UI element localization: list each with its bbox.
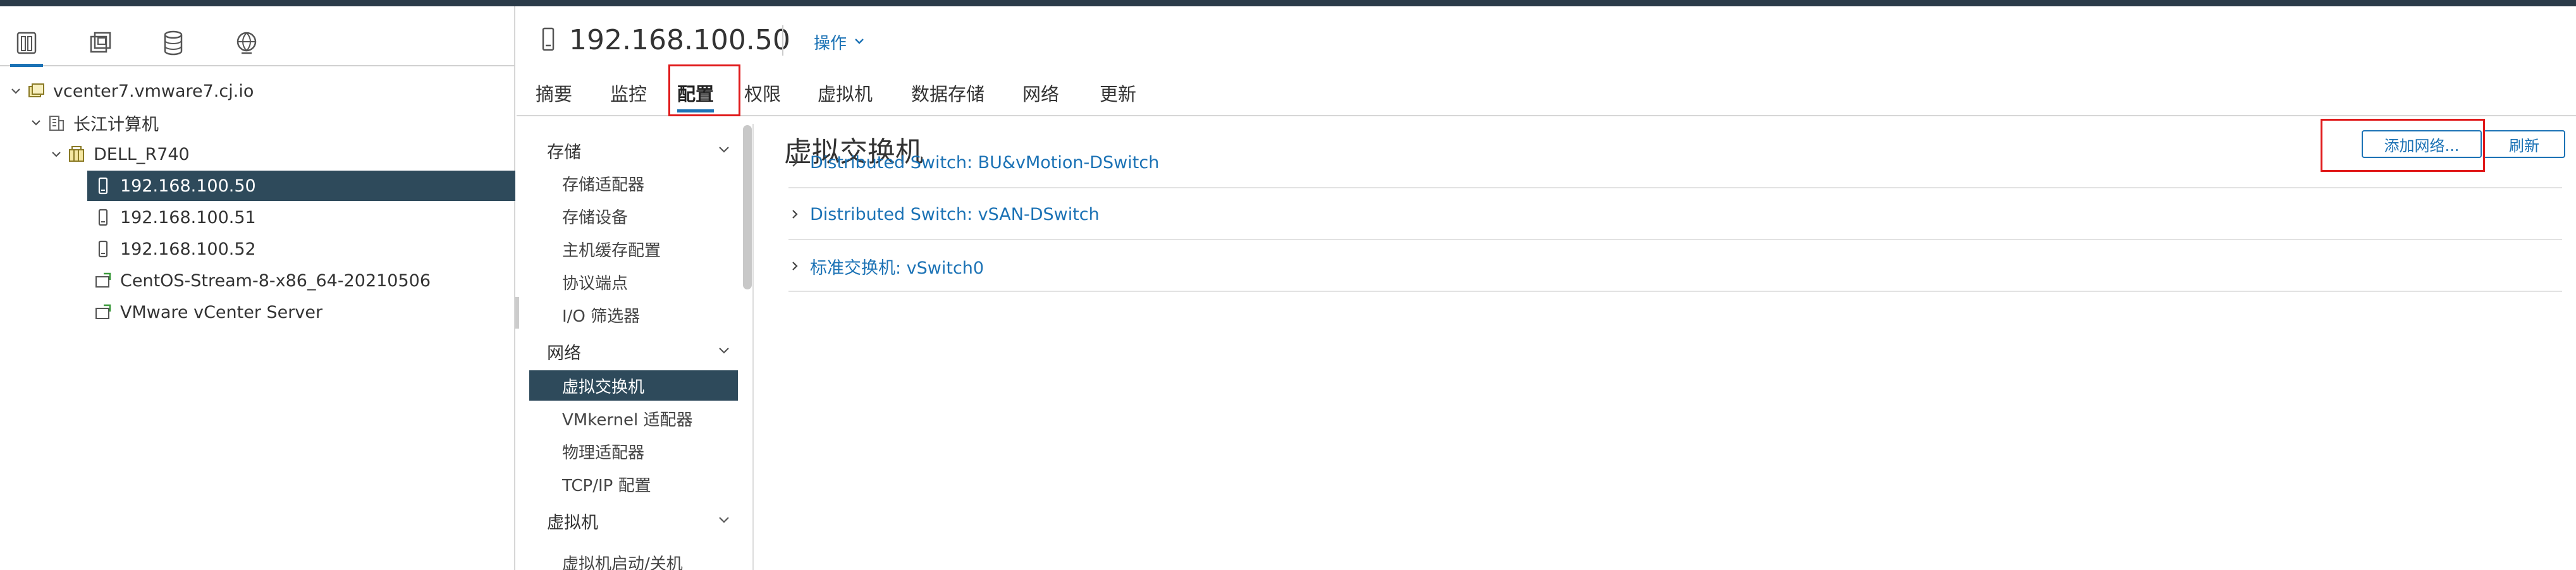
host-icon bbox=[92, 175, 114, 197]
chevron-down-icon[interactable] bbox=[27, 113, 46, 132]
tree-item-label: 192.168.100.50 bbox=[120, 176, 256, 196]
tree-item-vcenter[interactable]: vcenter7.vmware7.cj.io bbox=[0, 76, 515, 106]
nav-item-virtual-switches[interactable]: 虚拟交换机 bbox=[529, 370, 738, 401]
vms-templates-tab-icon[interactable] bbox=[81, 24, 119, 62]
tree-item-host[interactable]: 192.168.100.52 bbox=[0, 234, 515, 264]
tab-summary[interactable]: 摘要 bbox=[536, 76, 610, 112]
hosts-clusters-tab-icon[interactable] bbox=[8, 24, 46, 67]
chevron-down-icon bbox=[853, 33, 866, 52]
tab-permissions[interactable]: 权限 bbox=[744, 76, 818, 112]
host-icon bbox=[539, 27, 558, 54]
nav-section-label: 存储 bbox=[547, 142, 581, 162]
chevron-down-icon bbox=[717, 342, 731, 361]
vm-icon bbox=[92, 301, 114, 323]
tree-item-label: VMware vCenter Server bbox=[120, 302, 323, 322]
actions-menu[interactable]: 操作 bbox=[814, 30, 866, 54]
tree-item-label: DELL_R740 bbox=[94, 144, 190, 164]
actions-label: 操作 bbox=[814, 34, 847, 53]
tree-item-label: CentOS-Stream-8-x86_64-20210506 bbox=[120, 270, 431, 291]
host-icon bbox=[92, 207, 114, 228]
annotation-box-add-network bbox=[2321, 119, 2485, 172]
vm-icon bbox=[92, 270, 114, 291]
tree-item-datacenter[interactable]: 长江计算机 bbox=[0, 107, 515, 138]
divider bbox=[782, 25, 783, 56]
nav-item-tcpip-config[interactable]: TCP/IP 配置 bbox=[529, 469, 741, 499]
tree-item-vm[interactable]: CentOS-Stream-8-x86_64-20210506 bbox=[0, 265, 515, 296]
datacenter-icon bbox=[46, 112, 67, 133]
nav-section-networking[interactable]: 网络 bbox=[529, 336, 741, 367]
nav-section-label: 虚拟机 bbox=[547, 512, 598, 533]
storage-tab-icon[interactable] bbox=[154, 24, 192, 62]
object-tabs: 摘要 监控 配置 权限 虚拟机 数据存储 网络 更新 bbox=[536, 76, 1150, 114]
chevron-down-icon bbox=[717, 141, 731, 161]
vcenter-icon bbox=[25, 80, 47, 102]
tab-monitor[interactable]: 监控 bbox=[610, 76, 677, 112]
nav-section-vms[interactable]: 虚拟机 bbox=[529, 506, 741, 536]
main-panel: 192.168.100.50 操作 摘要 监控 配置 权限 虚拟机 数据存储 网… bbox=[517, 6, 2576, 570]
switch-row[interactable]: 标准交换机: vSwitch0 bbox=[788, 241, 2562, 292]
tree-item-label: 长江计算机 bbox=[73, 114, 159, 135]
switch-row[interactable]: Distributed Switch: vSAN-DSwitch bbox=[788, 190, 2562, 240]
nav-section-label: 网络 bbox=[547, 343, 581, 363]
tab-datastores[interactable]: 数据存储 bbox=[911, 76, 1022, 112]
chevron-right-icon bbox=[792, 158, 798, 167]
tree-item-host-selected[interactable]: 192.168.100.50 bbox=[87, 171, 515, 201]
networking-tab-icon[interactable] bbox=[228, 24, 266, 62]
switch-name: 标准交换机: vSwitch0 bbox=[810, 258, 984, 278]
tree-item-label: 192.168.100.52 bbox=[120, 239, 256, 259]
tree-item-vm[interactable]: VMware vCenter Server bbox=[0, 297, 515, 327]
nav-item-vm-startup[interactable]: 虚拟机启动/关机 bbox=[529, 551, 741, 570]
chevron-right-icon bbox=[792, 262, 798, 270]
nav-item-io-filters[interactable]: I/O 筛选器 bbox=[529, 300, 741, 330]
chevron-down-icon[interactable] bbox=[6, 82, 25, 100]
settings-nav: 存储 存储适配器 存储设备 主机缓存配置 协议端点 I/O 筛选器 网络 虚拟交… bbox=[529, 124, 754, 570]
nav-item-storage-adapters[interactable]: 存储适配器 bbox=[529, 168, 741, 198]
host-name: 192.168.100.50 bbox=[569, 24, 790, 56]
chevron-down-icon bbox=[717, 511, 731, 531]
switch-name: Distributed Switch: BU&vMotion-DSwitch bbox=[810, 152, 1160, 173]
nav-scrollbar[interactable] bbox=[743, 125, 752, 289]
chevron-down-icon[interactable] bbox=[47, 145, 66, 164]
refresh-button[interactable]: 刷新 bbox=[2483, 130, 2565, 158]
virtual-switches-content: 虚拟交换机 Distributed Switch: BU&vMotion-DSw… bbox=[776, 119, 2576, 570]
tree-item-label: vcenter7.vmware7.cj.io bbox=[53, 81, 254, 101]
tab-networks[interactable]: 网络 bbox=[1022, 76, 1100, 112]
nav-item-physical-adapters[interactable]: 物理适配器 bbox=[529, 436, 741, 466]
tab-vms[interactable]: 虚拟机 bbox=[818, 76, 911, 112]
nav-item-host-cache[interactable]: 主机缓存配置 bbox=[529, 234, 741, 264]
cluster-icon bbox=[66, 143, 87, 165]
annotation-box-configure-tab bbox=[668, 64, 740, 116]
tabs-divider bbox=[517, 115, 2576, 116]
switch-name: Distributed Switch: vSAN-DSwitch bbox=[810, 204, 1100, 224]
nav-item-protocol-endpoints[interactable]: 协议端点 bbox=[529, 267, 741, 297]
tree-item-cluster[interactable]: DELL_R740 bbox=[0, 139, 515, 169]
nav-section-storage[interactable]: 存储 bbox=[529, 135, 741, 166]
tree-item-host[interactable]: 192.168.100.51 bbox=[0, 202, 515, 233]
nav-item-storage-devices[interactable]: 存储设备 bbox=[529, 201, 741, 231]
inventory-pane: vcenter7.vmware7.cj.io 长江计算机 DELL_R740 1… bbox=[0, 6, 515, 570]
tab-updates[interactable]: 更新 bbox=[1100, 76, 1150, 112]
host-icon bbox=[92, 238, 114, 260]
nav-item-vmkernel-adapters[interactable]: VMkernel 适配器 bbox=[529, 403, 741, 434]
inventory-view-tabs bbox=[0, 6, 515, 67]
switch-row[interactable]: Distributed Switch: BU&vMotion-DSwitch bbox=[788, 138, 2562, 188]
object-title: 192.168.100.50 bbox=[539, 24, 790, 56]
top-bar bbox=[0, 0, 2576, 6]
tree-item-label: 192.168.100.51 bbox=[120, 207, 256, 227]
chevron-right-icon bbox=[792, 210, 798, 219]
